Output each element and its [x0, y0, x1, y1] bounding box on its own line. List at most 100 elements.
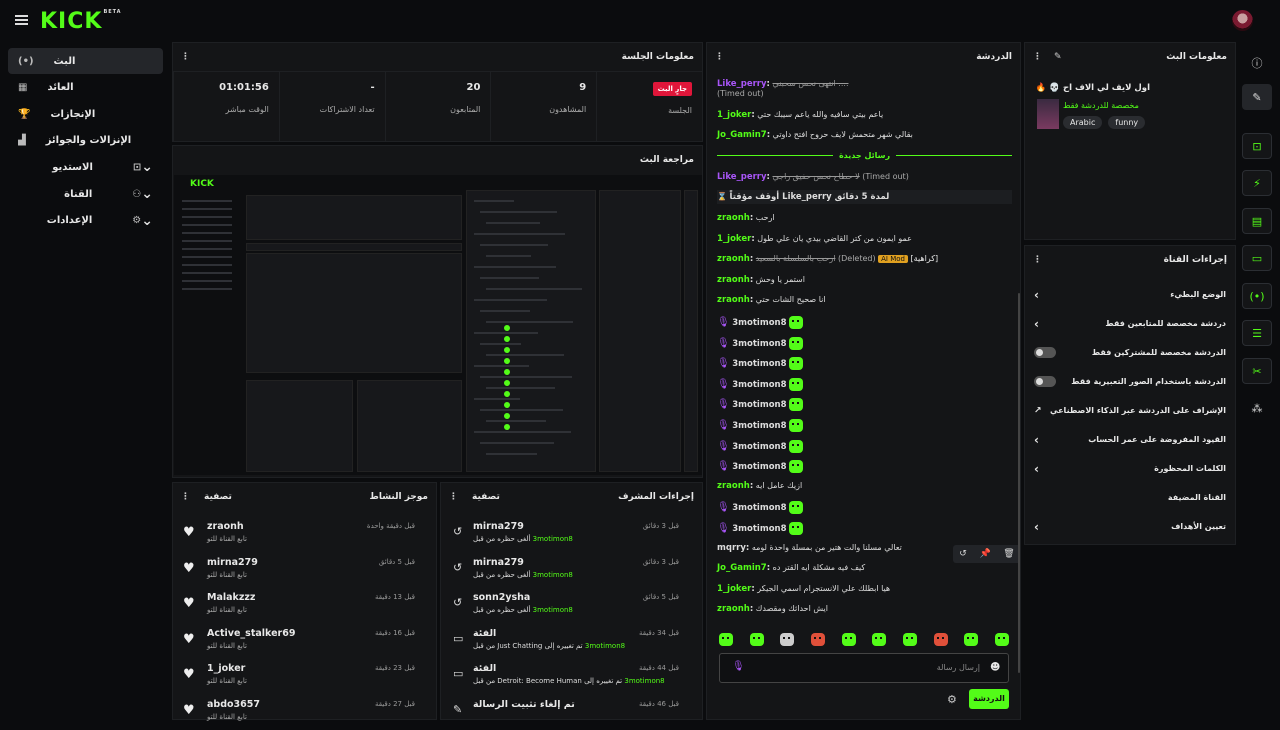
- nav-revenue[interactable]: ▦العائد: [8, 75, 163, 101]
- chat-message[interactable]: zraonh: ارحب: [717, 213, 775, 223]
- chat-message[interactable]: 1_joker: ياعم بيتي سافيه والله ياعم سيبك…: [717, 110, 883, 120]
- chat-message[interactable]: 🎙 3motimon8: [717, 398, 803, 411]
- chat-message[interactable]: 🎙 3motimon8: [717, 419, 803, 432]
- chat-message[interactable]: zraonh: ارحب بالسلسلة بالسعيد (Deleted) …: [717, 254, 938, 264]
- chat-message[interactable]: 🎙 3motimon8: [717, 501, 803, 514]
- kebab-icon[interactable]: ⋮: [715, 52, 724, 62]
- channel-action-row[interactable]: دردشة مخصصة للمتابعين فقط›: [1025, 309, 1235, 338]
- chat-message[interactable]: 🎙 3motimon8: [717, 316, 803, 329]
- message-input[interactable]: ☻ إرسال رسالة 🎙: [719, 653, 1009, 683]
- nav-stream[interactable]: (•)البث: [8, 48, 163, 74]
- channel-action-row[interactable]: القيود المفروضة على عمر الحساب›: [1025, 425, 1235, 454]
- mic-icon[interactable]: 🎙: [732, 661, 745, 672]
- channel-action-row[interactable]: الدردشة باستخدام الصور التعبيرية فقط: [1025, 367, 1235, 396]
- info-icon[interactable]: ⓘ: [1242, 50, 1272, 76]
- mod-action-name[interactable]: sonn2ysha: [473, 592, 530, 603]
- scrollbar[interactable]: [1018, 293, 1020, 673]
- filter-button[interactable]: تصفية: [204, 492, 232, 502]
- layout-icon[interactable]: ☰: [1242, 320, 1272, 346]
- nav-channel[interactable]: ⌄القناة⚇: [8, 181, 163, 207]
- channel-action-row[interactable]: الدردشة مخصصة للمشتركين فقط: [1025, 338, 1235, 367]
- settings-gear-icon[interactable]: ⚙: [947, 693, 957, 706]
- chat-message[interactable]: zraonh: ازيك عامل ايه: [717, 481, 802, 491]
- activity-user[interactable]: 1_joker: [207, 663, 245, 674]
- edit-icon[interactable]: ✎: [1054, 52, 1062, 62]
- activity-user[interactable]: abdo3657: [207, 699, 260, 710]
- emote-icon[interactable]: [750, 633, 764, 646]
- chevron-down-icon[interactable]: ⌄: [141, 217, 153, 225]
- chat-message[interactable]: 🎙 3motimon8: [717, 460, 803, 473]
- clipboard-icon[interactable]: ▤: [1242, 208, 1272, 234]
- kebab-icon[interactable]: ⋮: [1033, 255, 1042, 265]
- chevron-down-icon[interactable]: ⌄: [141, 190, 153, 198]
- chat-message[interactable]: 1_joker: عمو ايمون من كتر القاضي بيدي يا…: [717, 234, 912, 244]
- pin-icon[interactable]: 📌: [979, 549, 990, 559]
- activity-user[interactable]: mirna279: [207, 557, 258, 568]
- avatar[interactable]: [1232, 10, 1253, 31]
- emote-icon[interactable]: [964, 633, 978, 646]
- screenshot-icon[interactable]: ⊡: [1242, 133, 1272, 159]
- chat-message[interactable]: 🎙 3motimon8: [717, 337, 803, 350]
- nav-studio[interactable]: ⌄الاستديو⊡: [8, 154, 163, 180]
- delete-icon[interactable]: 🗑: [1003, 549, 1014, 559]
- chat-icon[interactable]: ▭: [1242, 245, 1272, 271]
- toggle-switch[interactable]: [1034, 347, 1056, 358]
- reply-icon[interactable]: ↺: [959, 549, 967, 559]
- chat-message[interactable]: zraonh: ايش احداثك ومقصدك: [717, 604, 828, 614]
- activity-user[interactable]: zraonh: [207, 521, 244, 532]
- emote-icon[interactable]: [995, 633, 1009, 646]
- send-chat-button[interactable]: الدردشة: [969, 689, 1009, 709]
- kebab-icon[interactable]: ⋮: [181, 52, 190, 62]
- category[interactable]: مخصصة للدردشة فقط: [1063, 101, 1139, 110]
- mod-action-name[interactable]: الفئة: [473, 628, 496, 639]
- chevron-left-icon[interactable]: ›: [1034, 520, 1039, 534]
- emote-icon[interactable]: [903, 633, 917, 646]
- chat-message[interactable]: zraonh: انا صحيح الشات حتي: [717, 295, 826, 305]
- chat-message[interactable]: 1_joker: هيا ابطلك علي الانستجرام اسمي ا…: [717, 584, 890, 594]
- activity-user[interactable]: Active_stalker69: [207, 628, 295, 639]
- activity-user[interactable]: Malakzzz: [207, 592, 255, 603]
- lightning-icon[interactable]: ⚡: [1242, 170, 1272, 196]
- channel-action-row[interactable]: تعيين الأهداف›: [1025, 512, 1235, 541]
- kick-logo[interactable]: KICKBETA: [40, 9, 122, 34]
- kebab-icon[interactable]: ⋮: [1033, 52, 1042, 62]
- tag-pill[interactable]: funny: [1108, 116, 1145, 129]
- broadcast-icon[interactable]: (•): [1242, 283, 1272, 309]
- chevron-down-icon[interactable]: ⌄: [141, 163, 153, 171]
- filter-button[interactable]: تصفية: [472, 492, 500, 502]
- chat-message[interactable]: 🎙 3motimon8: [717, 440, 803, 453]
- nav-settings[interactable]: ⌄الإعدادات⚙: [8, 208, 163, 234]
- channel-action-row[interactable]: القناة المضيفة: [1025, 483, 1235, 512]
- chevron-left-icon[interactable]: ›: [1034, 317, 1039, 331]
- emote-icon[interactable]: [780, 633, 794, 646]
- share-icon[interactable]: ⁂: [1242, 395, 1272, 421]
- chevron-left-icon[interactable]: ›: [1034, 433, 1039, 447]
- external-link-icon[interactable]: ↗: [1034, 406, 1042, 416]
- mod-action-name[interactable]: mirna279: [473, 521, 524, 532]
- chat-message[interactable]: ⌛ أوقف مؤقتاً Like_perry لمدة 5 دقائق: [717, 190, 1012, 204]
- mod-action-name[interactable]: mirna279: [473, 557, 524, 568]
- menu-icon[interactable]: [15, 15, 28, 25]
- chat-message[interactable]: mqrry: تعالي مسلنا والت هتير من بمسلة وا…: [717, 543, 902, 553]
- chat-message[interactable]: 🎙 3motimon8: [717, 357, 803, 370]
- chat-message[interactable]: Like_perry: انتهى نحس سحبني ....: [717, 79, 848, 89]
- mod-action-name[interactable]: الفئة: [473, 663, 496, 674]
- chat-message[interactable]: 🎙 3motimon8: [717, 378, 803, 391]
- chat-message[interactable]: zraonh: استمر يا وحش: [717, 275, 805, 285]
- pencil-icon[interactable]: ✎: [1242, 84, 1272, 110]
- kebab-icon[interactable]: ⋮: [449, 492, 458, 502]
- emoji-icon[interactable]: ☻: [990, 662, 1000, 673]
- channel-action-row[interactable]: الإشراف على الدردشة عبر الذكاء الاصطناعي…: [1025, 396, 1235, 425]
- chat-message[interactable]: Jo_Gamin7: بقالي شهر متحمش لايف حروح افت…: [717, 130, 913, 140]
- wrench-icon[interactable]: ✂: [1242, 358, 1272, 384]
- nav-achievements[interactable]: 🏆الإنجازات: [8, 101, 163, 127]
- emote-icon[interactable]: [811, 633, 825, 646]
- emote-icon[interactable]: [719, 633, 733, 646]
- mod-action-name[interactable]: تم إلغاء تثبيت الرسالة: [473, 699, 575, 710]
- channel-action-row[interactable]: الكلمات المحظورة›: [1025, 454, 1235, 483]
- chevron-left-icon[interactable]: ›: [1034, 288, 1039, 302]
- nav-drops[interactable]: ▟الإنزالات والجوائز: [8, 128, 163, 154]
- chat-message[interactable]: Jo_Gamin7: كيف فيه مشكلة ايه القتر ده: [717, 563, 865, 573]
- chevron-left-icon[interactable]: ›: [1034, 462, 1039, 476]
- chat-message[interactable]: 🎙 3motimon8: [717, 522, 803, 535]
